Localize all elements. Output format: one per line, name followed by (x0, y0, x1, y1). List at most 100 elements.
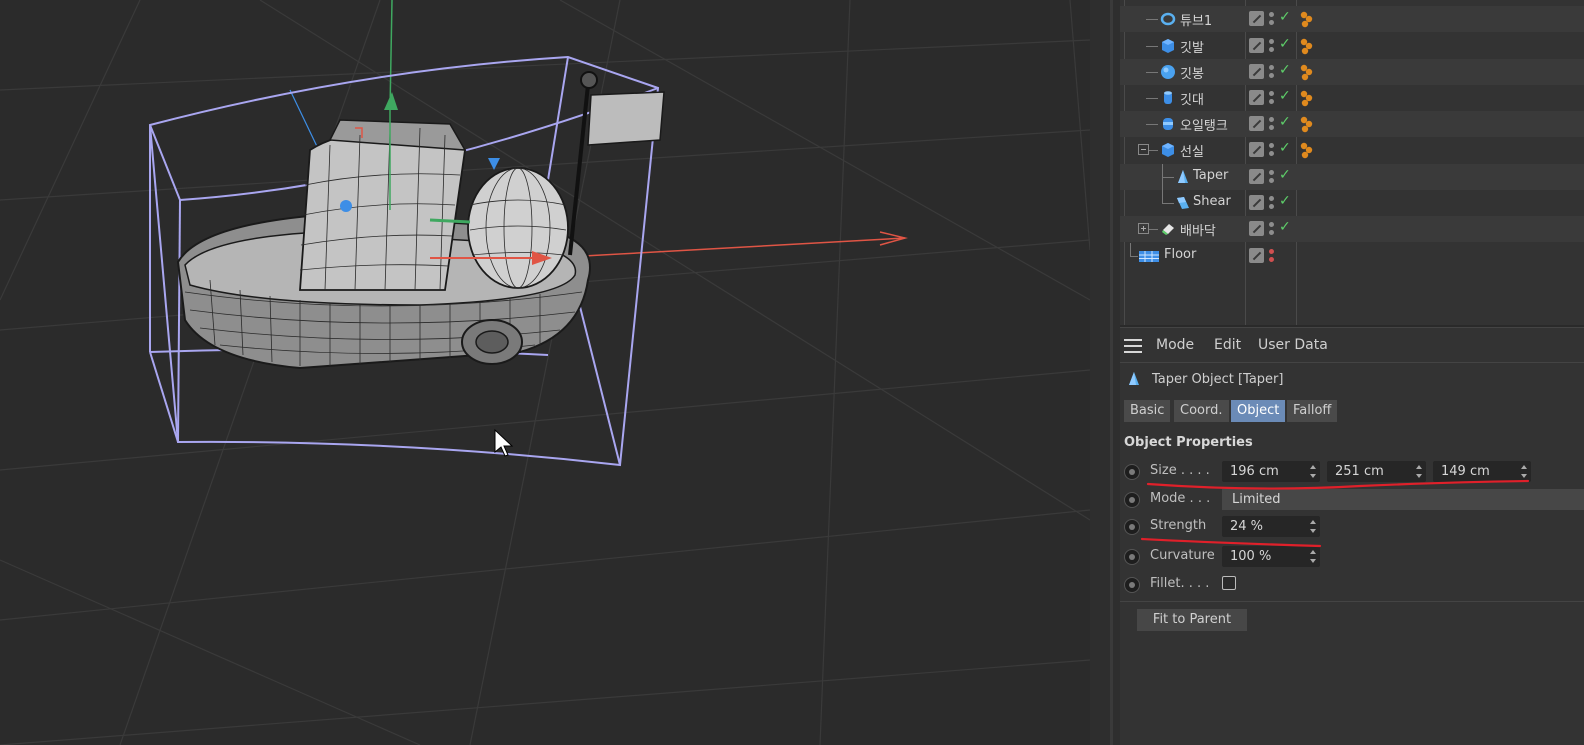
edit-tag-icon[interactable] (1249, 142, 1264, 157)
spinner-arrows-icon[interactable] (1521, 463, 1528, 480)
edit-tag-icon[interactable] (1249, 64, 1264, 79)
edit-tag-icon[interactable] (1249, 38, 1264, 53)
3d-viewport[interactable] (0, 0, 1090, 745)
object-name: Taper (1193, 168, 1229, 183)
object-row-tube[interactable]: 튜브1 ✓ (1120, 6, 1584, 32)
strength-field[interactable]: 24 % (1222, 516, 1320, 537)
spinner-arrows-icon[interactable] (1416, 463, 1423, 480)
enabled-check-icon[interactable]: ✓ (1279, 9, 1291, 25)
object-row-hull-bottom[interactable]: 배바닥 ✓ (1120, 216, 1584, 242)
tab-object[interactable]: Object (1231, 400, 1286, 422)
material-tag-icon[interactable] (1297, 9, 1317, 29)
material-tag-icon[interactable] (1297, 88, 1317, 108)
visibility-dots-icon[interactable] (1269, 220, 1275, 238)
enabled-check-icon[interactable]: ✓ (1279, 193, 1291, 209)
size-z-field[interactable]: 149 cm (1433, 461, 1531, 482)
mouse-cursor-icon (494, 428, 514, 457)
animate-toggle-icon[interactable] (1124, 492, 1140, 508)
visibility-dots-icon[interactable] (1269, 63, 1275, 81)
enabled-check-icon[interactable]: ✓ (1279, 62, 1291, 78)
object-row-oil-tank[interactable]: 오일탱크 ✓ (1120, 111, 1584, 137)
object-row-taper[interactable]: Taper ✓ (1120, 164, 1584, 204)
fit-to-parent-button[interactable]: Fit to Parent (1137, 609, 1247, 631)
attribute-title: Taper Object [Taper] (1152, 372, 1284, 387)
material-tag-icon[interactable] (1297, 114, 1317, 134)
visibility-dots-icon[interactable] (1269, 89, 1275, 107)
animate-toggle-icon[interactable] (1124, 464, 1140, 480)
object-row-flag[interactable]: 깃발 ✓ (1120, 33, 1584, 59)
animate-toggle-icon[interactable] (1124, 577, 1140, 593)
enabled-check-icon[interactable]: ✓ (1279, 88, 1291, 104)
size-y-field[interactable]: 251 cm (1327, 461, 1426, 482)
visibility-dots-icon[interactable] (1269, 37, 1275, 55)
tab-falloff[interactable]: Falloff (1287, 400, 1338, 422)
capsule-icon (1163, 118, 1173, 130)
object-row-flag-ball[interactable]: 깃봉 ✓ (1120, 59, 1584, 85)
animate-toggle-icon[interactable] (1124, 549, 1140, 565)
menu-user-data[interactable]: User Data (1258, 337, 1328, 353)
object-row-shear[interactable]: Shear ✓ (1120, 190, 1584, 216)
edit-tag-icon[interactable] (1249, 169, 1264, 184)
material-tag-icon[interactable] (1297, 36, 1317, 56)
object-row-cabin[interactable]: 선실 ✓ (1120, 137, 1584, 163)
edit-tag-icon[interactable] (1249, 221, 1264, 236)
attribute-menubar: Mode Edit User Data (1120, 333, 1584, 359)
curvature-field[interactable]: 100 % (1222, 546, 1320, 567)
edit-tag-icon[interactable] (1249, 248, 1264, 263)
enabled-check-icon[interactable]: ✓ (1279, 36, 1291, 52)
fillet-row: Fillet. . . . (1120, 573, 1584, 597)
tab-coord[interactable]: Coord. (1174, 400, 1229, 422)
object-row-floor[interactable]: Floor (1120, 243, 1584, 269)
curvature-label: Curvature (1150, 548, 1215, 563)
visibility-dots-icon[interactable] (1269, 141, 1275, 159)
spinner-arrows-icon[interactable] (1310, 548, 1317, 565)
spinner-arrows-icon[interactable] (1310, 518, 1317, 535)
menu-edit[interactable]: Edit (1214, 337, 1241, 353)
strength-label: Strength (1150, 518, 1207, 533)
tube-icon (1160, 12, 1176, 26)
visibility-dots-icon[interactable] (1269, 247, 1275, 265)
visibility-dots-icon[interactable] (1269, 194, 1275, 212)
enabled-check-icon[interactable]: ✓ (1279, 140, 1291, 156)
enabled-check-icon[interactable]: ✓ (1279, 114, 1291, 130)
mode-row: Mode . . . Limited (1120, 488, 1584, 512)
attribute-manager: Mode Edit User Data Taper Object [Taper]… (1120, 327, 1584, 745)
strength-value: 24 % (1230, 519, 1264, 534)
visibility-dots-icon[interactable] (1269, 10, 1275, 28)
collapse-toggle-icon[interactable] (1138, 144, 1149, 155)
visibility-dots-icon[interactable] (1269, 168, 1275, 186)
material-tag-icon[interactable] (1297, 140, 1317, 160)
spinner-arrows-icon[interactable] (1310, 463, 1317, 480)
mode-label: Mode . . . (1150, 491, 1211, 506)
cube-icon (1162, 39, 1174, 53)
enabled-check-icon[interactable]: ✓ (1279, 219, 1291, 235)
size-x-field[interactable]: 196 cm (1222, 461, 1320, 482)
material-tag-icon[interactable] (1297, 62, 1317, 82)
sphere-icon (1161, 65, 1175, 79)
menu-mode[interactable]: Mode (1156, 337, 1194, 353)
size-row: Size . . . . 196 cm 251 cm 149 cm (1120, 460, 1584, 484)
size-x-value: 196 cm (1230, 464, 1279, 479)
edit-tag-icon[interactable] (1249, 195, 1264, 210)
boat-model (176, 71, 665, 370)
panel-splitter[interactable] (1090, 0, 1120, 745)
size-z-value: 149 cm (1441, 464, 1490, 479)
expand-toggle-icon[interactable] (1138, 223, 1149, 234)
hamburger-menu-icon[interactable] (1124, 339, 1142, 353)
curvature-value: 100 % (1230, 549, 1272, 564)
visibility-dots-icon[interactable] (1269, 115, 1275, 133)
animate-toggle-icon[interactable] (1124, 519, 1140, 535)
taper-deformer-icon (1129, 372, 1139, 385)
enabled-check-icon[interactable]: ✓ (1279, 167, 1291, 183)
object-name: 배바닥 (1180, 224, 1216, 239)
fillet-checkbox[interactable] (1222, 576, 1236, 590)
tab-basic[interactable]: Basic (1124, 400, 1171, 422)
mode-dropdown[interactable]: Limited (1222, 489, 1584, 510)
section-title: Object Properties (1124, 435, 1253, 450)
object-row-flagpole[interactable]: 깃대 ✓ (1120, 85, 1584, 111)
floor-grid (0, 0, 1090, 745)
edit-tag-icon[interactable] (1249, 116, 1264, 131)
edit-tag-icon[interactable] (1249, 90, 1264, 105)
cube-icon (1162, 143, 1174, 157)
edit-tag-icon[interactable] (1249, 11, 1264, 26)
